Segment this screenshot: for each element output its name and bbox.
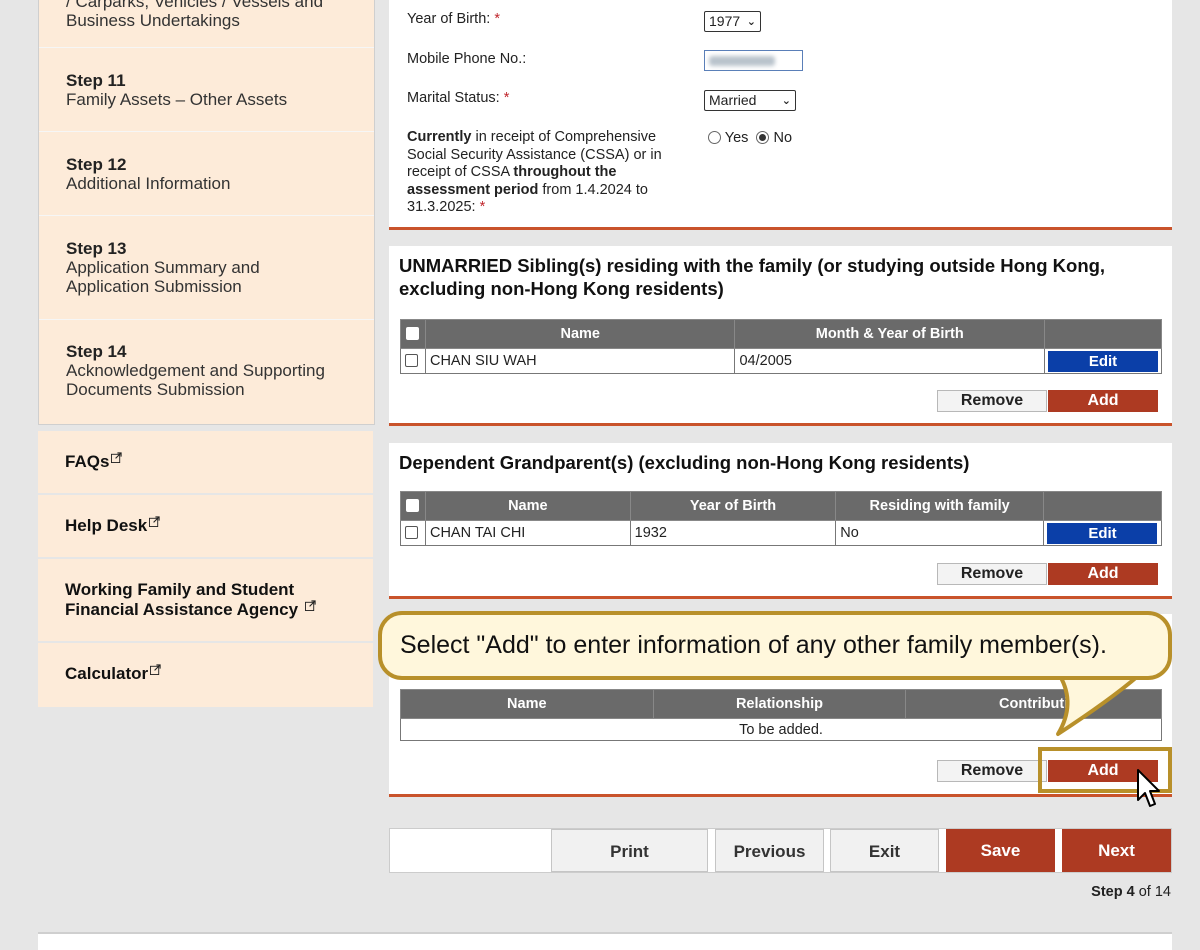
remove-button[interactable]: Remove: [937, 390, 1047, 412]
calculator-link[interactable]: Calculator: [38, 643, 373, 707]
faqs-label: FAQs: [65, 452, 110, 471]
instruction-tooltip: Select "Add" to enter information of any…: [378, 611, 1172, 680]
applicant-info-panel: Year of Birth: * 1977 ⌄ Mobile Phone No.:…: [389, 0, 1172, 230]
sidebar-step-label: Family Assets – Other Assets: [66, 90, 288, 109]
sidebar-step-label: Application Summary and Application Subm…: [66, 258, 260, 296]
select-all-checkbox[interactable]: [406, 499, 420, 512]
agency-label: Working Family and Student Financial Ass…: [65, 580, 299, 619]
year-of-birth-select[interactable]: 1977 ⌄: [704, 11, 761, 32]
grandparent-birth: 1932: [629, 520, 837, 546]
chevron-down-icon: ⌄: [781, 95, 791, 107]
sidebar-step-number: Step 14: [66, 342, 127, 361]
row-actions-cell: Edit: [1043, 348, 1163, 374]
year-of-birth-value: 1977: [709, 13, 741, 29]
add-button[interactable]: Add: [1048, 390, 1158, 412]
step-progress: Step 4 of 14: [1091, 884, 1171, 900]
cssa-radio-group: Yes No: [708, 130, 792, 146]
calculator-label: Calculator: [65, 664, 149, 683]
redacted-phone: [709, 56, 775, 66]
sidebar-step-number: Step 11: [66, 71, 126, 90]
grandparents-table: Name Year of Birth Residing with family …: [400, 491, 1163, 546]
select-all-cell: [400, 491, 426, 521]
col-header-residing: Residing with family: [835, 491, 1044, 521]
sidebar-step-14[interactable]: Step 14 Acknowledgement and Supporting D…: [39, 320, 374, 424]
cssa-no-radio[interactable]: [756, 131, 770, 144]
sibling-name: CHAN SIU WAH: [424, 348, 736, 374]
save-button[interactable]: Save: [946, 829, 1055, 872]
table-row: CHAN SIU WAH 04/2005 Edit: [400, 348, 1163, 374]
year-of-birth-label: Year of Birth: *: [407, 11, 500, 27]
table-row: CHAN TAI CHI 1932 No Edit: [400, 520, 1163, 546]
col-header-relationship: Relationship: [652, 689, 907, 719]
agency-link[interactable]: Working Family and Student Financial Ass…: [38, 559, 373, 641]
marital-status-label: Marital Status: *: [407, 90, 510, 106]
row-select-cell: [400, 520, 426, 546]
mobile-label: Mobile Phone No.:: [407, 51, 527, 67]
select-all-cell: [400, 319, 426, 349]
mobile-phone-input[interactable]: [704, 50, 803, 71]
sidebar-step-10[interactable]: / Carparks, Vehicles / Vessels and Busin…: [39, 0, 374, 48]
cssa-yes-radio[interactable]: [708, 131, 721, 144]
no-label: No: [773, 130, 793, 146]
help-desk-label: Help Desk: [65, 516, 148, 535]
print-button[interactable]: Print: [551, 829, 708, 872]
sidebar-step-13[interactable]: Step 13 Application Summary and Applicat…: [39, 216, 374, 320]
tooltip-tail: [1056, 670, 1140, 736]
external-link-icon: [305, 600, 316, 611]
select-all-checkbox[interactable]: [406, 327, 420, 340]
row-actions-cell: Edit: [1042, 520, 1163, 546]
page-footer: [38, 932, 1172, 950]
previous-button[interactable]: Previous: [715, 829, 824, 872]
chevron-down-icon: ⌄: [746, 16, 756, 28]
col-header-actions: [1042, 491, 1163, 521]
next-button[interactable]: Next: [1062, 829, 1171, 872]
remove-button[interactable]: Remove: [937, 760, 1047, 782]
add-button[interactable]: Add: [1048, 563, 1158, 585]
sidebar-step-label: Additional Information: [66, 174, 231, 193]
col-header-name: Name: [424, 491, 631, 521]
grandparent-name: CHAN TAI CHI: [424, 520, 631, 546]
grandparent-residing: No: [835, 520, 1044, 546]
mouse-cursor-icon: [1137, 769, 1160, 807]
external-link-icon: [111, 452, 123, 463]
marital-status-value: Married: [709, 92, 757, 108]
siblings-panel: UNMARRIED Sibling(s) residing with the f…: [389, 246, 1172, 426]
yes-label: Yes: [724, 130, 749, 146]
grandparents-title: Dependent Grandparent(s) (excluding non-…: [399, 452, 970, 473]
sidebar-step-number: Step 12: [66, 155, 127, 174]
external-link-icon: [149, 516, 160, 527]
edit-button[interactable]: Edit: [1047, 522, 1158, 544]
col-header-birth: Month & Year of Birth: [734, 319, 1045, 349]
edit-button[interactable]: Edit: [1047, 350, 1158, 372]
sibling-birth: 04/2005: [734, 348, 1045, 374]
grandparents-panel: Dependent Grandparent(s) (excluding non-…: [389, 443, 1172, 599]
row-select-cell: [400, 348, 426, 374]
col-header-birth: Year of Birth: [629, 491, 837, 521]
steps-sidebar: / Carparks, Vehicles / Vessels and Busin…: [38, 0, 375, 425]
row-checkbox[interactable]: [405, 354, 418, 367]
siblings-table: Name Month & Year of Birth CHAN SIU WAH …: [400, 319, 1163, 374]
col-header-actions: [1043, 319, 1163, 349]
sidebar-step-12[interactable]: Step 12 Additional Information: [39, 132, 374, 216]
faqs-link[interactable]: FAQs: [38, 431, 373, 493]
sidebar-step-11[interactable]: Step 11 Family Assets – Other Assets: [39, 48, 374, 132]
col-header-name: Name: [424, 319, 736, 349]
help-desk-link[interactable]: Help Desk: [38, 495, 373, 557]
marital-status-select[interactable]: Married ⌄: [704, 90, 796, 111]
cssa-question: Currently in receipt of Comprehensive So…: [407, 129, 662, 215]
external-link-icon: [150, 664, 161, 675]
col-header-name: Name: [400, 689, 654, 719]
remove-button[interactable]: Remove: [937, 563, 1047, 585]
row-checkbox[interactable]: [405, 526, 418, 539]
sidebar-step-number: Step 13: [66, 239, 127, 258]
exit-button[interactable]: Exit: [830, 829, 939, 872]
sidebar-step-label: Acknowledgement and Supporting Documents…: [66, 361, 325, 399]
sidebar-step-label: / Carparks, Vehicles / Vessels and Busin…: [66, 0, 324, 30]
siblings-title: UNMARRIED Sibling(s) residing with the f…: [399, 255, 1106, 299]
